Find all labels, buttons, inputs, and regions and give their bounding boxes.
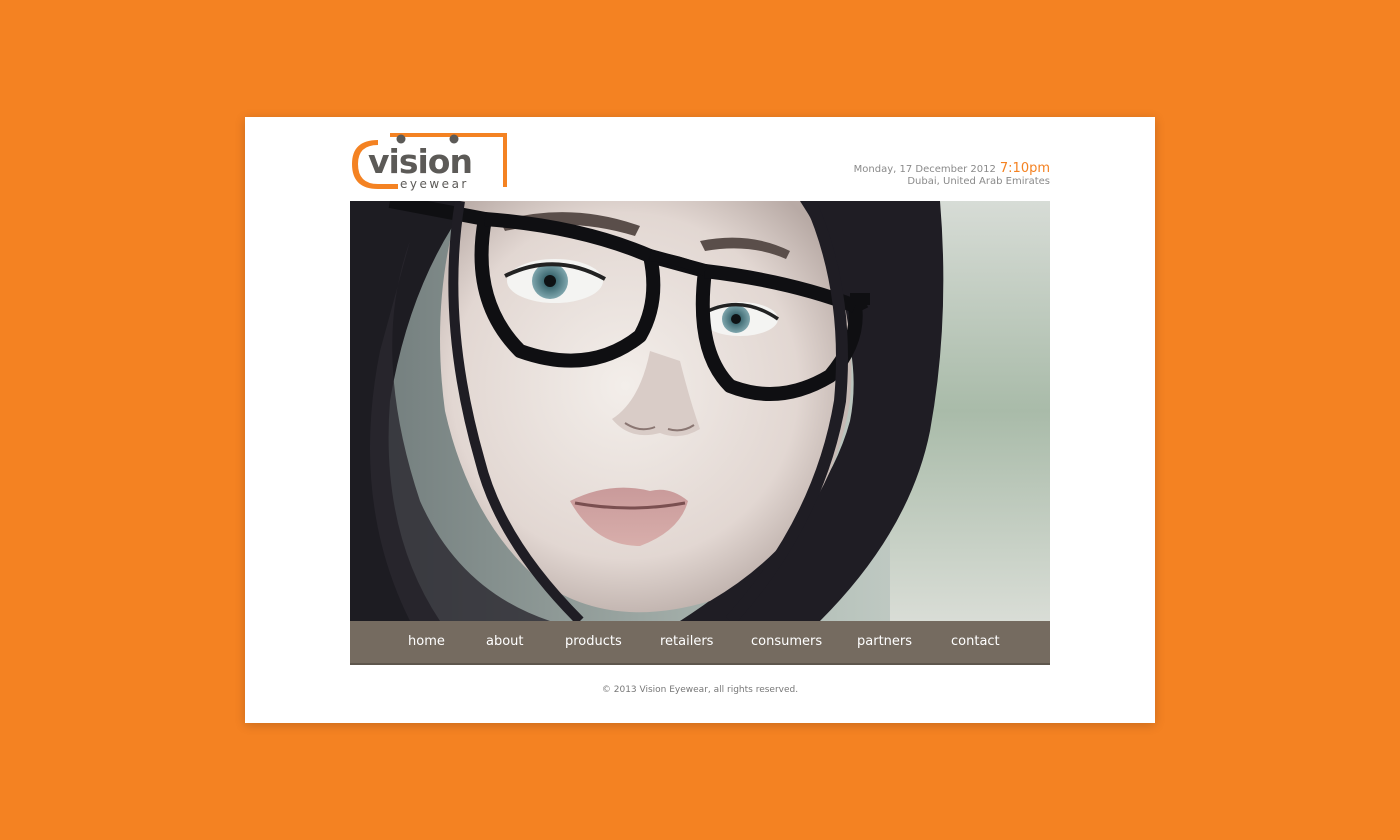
nav-item-consumers[interactable]: consumers	[751, 634, 822, 649]
logo-wordmark: vision	[368, 142, 472, 181]
nav-item-partners[interactable]: partners	[857, 634, 912, 649]
footer-copyright: © 2013 Vision Eyewear, all rights reserv…	[601, 685, 799, 695]
header-time: 7:10pm	[999, 161, 1050, 176]
header-datetime: Monday, 17 December 2012 7:10pm Dubai, Un…	[853, 161, 1050, 188]
nav-item-retailers[interactable]: retailers	[660, 634, 713, 649]
logo-tagline: eyewear	[400, 177, 469, 191]
header-date: Monday, 17 December 2012	[853, 164, 996, 175]
nav-item-contact[interactable]: contact	[951, 634, 1000, 649]
vision-eyewear-logo[interactable]: vision eyewear	[350, 131, 510, 193]
main-nav: home about products retailers consumers …	[350, 621, 1050, 665]
nav-item-home[interactable]: home	[408, 634, 445, 649]
nav-item-products[interactable]: products	[565, 634, 622, 649]
header-location: Dubai, United Arab Emirates	[907, 176, 1050, 187]
page-card: vision eyewear Monday, 17 December 2012 7…	[245, 117, 1155, 723]
hero-portrait	[350, 201, 1050, 621]
hero-image	[350, 201, 1050, 621]
nav-item-about[interactable]: about	[486, 634, 524, 649]
